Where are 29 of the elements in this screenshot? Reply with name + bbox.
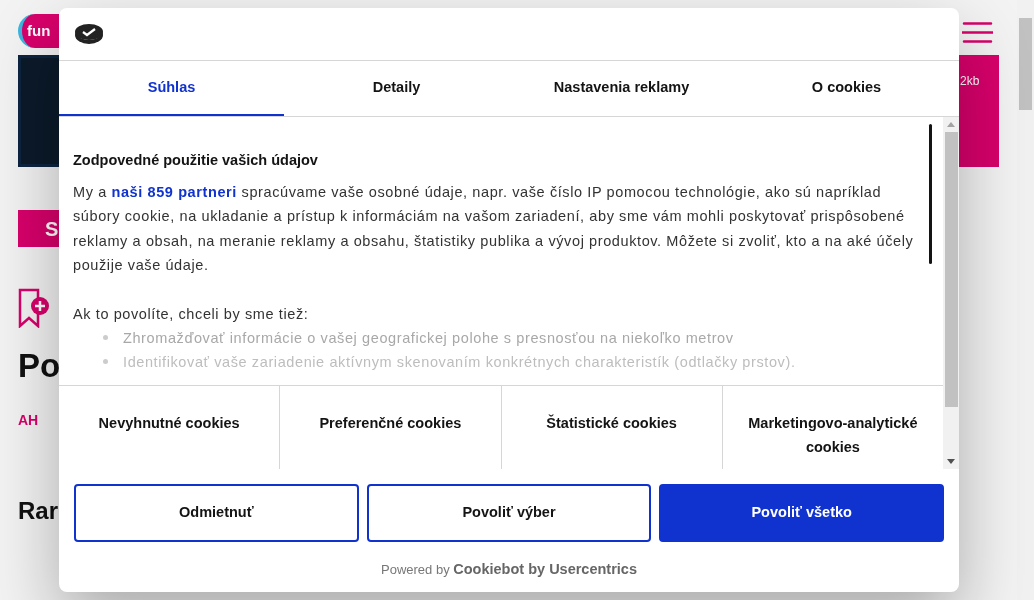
section-heading: Rar [18,496,59,526]
cookie-category[interactable]: Marketingovo-analytické cookies [732,411,933,469]
tab[interactable]: Nastavenia reklamy [509,61,734,116]
list-item: Zhromažďovať informácie o vašej geografickej polohe s presnosťou na niekoľko metrov [123,328,734,348]
cookie-category[interactable]: Preferenčné cookies [319,411,462,469]
cookie-check-icon [74,23,104,45]
logo[interactable]: fun [18,14,59,48]
list-intro: Ak to povolíte, chceli by sme tiež: [73,304,310,324]
partners-link[interactable]: naši 859 partneri [111,183,237,200]
section-button[interactable]: S [18,210,59,247]
page-heading: Po [18,346,59,386]
consent-button[interactable]: Povoliť výber [366,484,652,542]
bookmark-plus-icon[interactable] [18,288,52,328]
consent-button[interactable]: Odmietnuť [74,484,359,542]
tab[interactable]: Detaily [284,61,509,116]
menu-icon[interactable] [962,22,993,43]
consent-paragraph: My a naši 859 partneri spracúvame vaše osobné údaje, napr. vaše číslo IP pomocou technológie, ako sú napríklad súbory cookie, na ukladanie a prístup k informáciám na vašom zariadení, aby sme vám mohli poskytovať prispôsobené reklamy a obsah, na meranie reklamy a obsahu, štatistiky publika a vývoj produktov. Môžete si zvoliť, kto a na aké účely použije vaše údaje. [73,182,915,276]
content-title: Zodpovedné použitie vašich údajov [73,151,319,170]
promo-banner: 2kb [959,55,999,167]
tag-label[interactable]: AH [18,410,39,431]
tab[interactable]: Súhlas [59,61,284,116]
tab[interactable]: O cookies [734,61,959,116]
consent-button[interactable]: Povoliť všetko [659,484,944,542]
cookie-category[interactable]: Nevyhnutné cookies [98,411,240,469]
scroll-down-icon[interactable] [947,459,955,464]
list-item: Identifikovať vaše zariadenie aktívnym skenovaním konkrétnych charakteristík (odtlačky prstov). [123,352,796,372]
cookie-category[interactable]: Štatistické cookies [546,411,677,469]
dialog-scrollbar[interactable] [943,117,959,469]
powered-by-text[interactable]: Powered by Cookiebot by Usercentrics [59,559,959,581]
